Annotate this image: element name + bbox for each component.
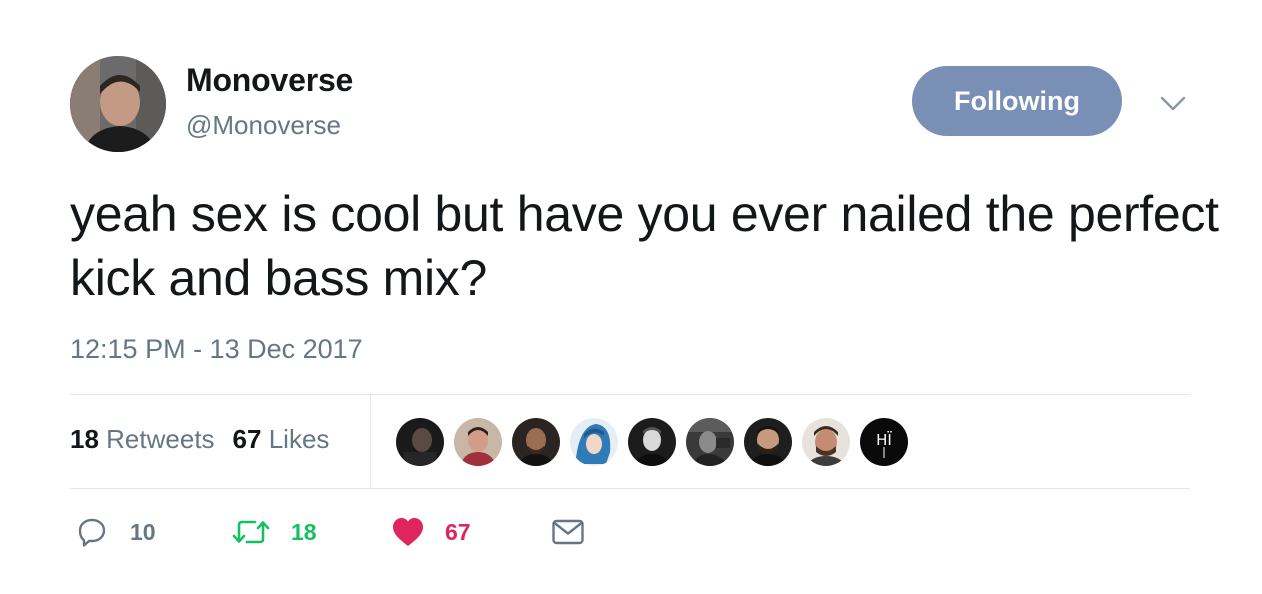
tweet-stats: 18 Retweets 67 Likes [70, 424, 329, 455]
retweets-stat[interactable]: 18 Retweets [70, 424, 215, 454]
reply-count: 10 [130, 518, 156, 545]
tweet-actions: 10 18 67 [76, 516, 585, 548]
following-button[interactable]: Following [912, 66, 1122, 136]
heart-icon [391, 516, 425, 548]
chevron-down-icon[interactable] [1158, 88, 1188, 118]
direct-message-button[interactable] [551, 518, 585, 546]
tweet-text: yeah sex is cool but have you ever naile… [70, 186, 1219, 306]
retweets-count: 18 [70, 424, 99, 454]
liker-avatar-5[interactable] [628, 418, 676, 466]
display-name[interactable]: Monoverse [186, 62, 353, 99]
user-handle[interactable]: @Monoverse [186, 110, 341, 141]
liker-avatar-1[interactable] [396, 418, 444, 466]
like-count: 67 [445, 518, 471, 545]
divider-bottom [70, 488, 1190, 489]
likes-stat[interactable]: 67 Likes [233, 424, 330, 454]
likers-list: HÏ [396, 418, 918, 466]
user-avatar[interactable] [70, 56, 166, 152]
likes-label: Likes [268, 424, 330, 454]
liker-avatar-7[interactable] [744, 418, 792, 466]
like-button[interactable]: 67 [391, 516, 551, 548]
divider-vertical [370, 395, 371, 488]
liker-avatar-2[interactable] [454, 418, 502, 466]
tweet-timestamp[interactable]: 12:15 PM - 13 Dec 2017 [70, 334, 363, 365]
envelope-icon [551, 518, 585, 546]
liker-avatar-4[interactable] [570, 418, 618, 466]
liker-avatar-3[interactable] [512, 418, 560, 466]
liker-avatar-8[interactable] [802, 418, 850, 466]
likes-count: 67 [232, 424, 262, 454]
liker-avatar-9-logo: HÏ [876, 430, 892, 449]
retweet-count: 18 [291, 518, 317, 545]
reply-button[interactable]: 10 [76, 516, 231, 548]
retweet-icon [231, 517, 271, 547]
tweet-card: Monoverse @Monoverse Following yeah sex … [0, 0, 1262, 594]
reply-icon [76, 516, 108, 548]
liker-avatar-9[interactable]: HÏ [860, 418, 908, 466]
retweet-button[interactable]: 18 [231, 517, 391, 547]
liker-avatar-6[interactable] [686, 418, 734, 466]
divider-top [70, 394, 1190, 395]
retweets-label: Retweets [106, 424, 215, 454]
